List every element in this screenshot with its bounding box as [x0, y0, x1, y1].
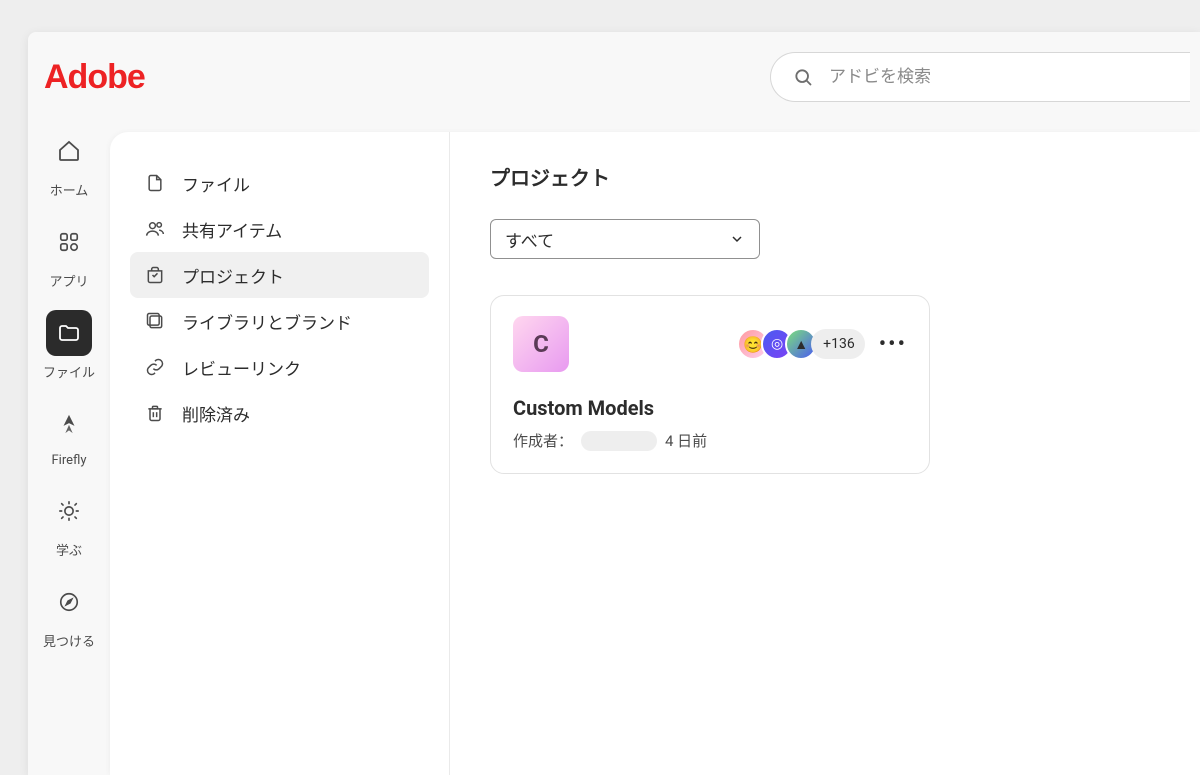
compass-icon: [46, 579, 92, 625]
project-thumbnail: C: [513, 316, 569, 372]
nav-label: 見つける: [43, 631, 95, 650]
library-icon: [144, 311, 166, 331]
main-panel: ファイル 共有アイテム プロジェクト: [110, 132, 1200, 775]
app-frame: Adobe ホーム アプリ: [28, 32, 1200, 775]
sidebar-item-review[interactable]: レビューリンク: [130, 344, 429, 390]
nav-item-discover[interactable]: 見つける: [43, 579, 95, 650]
sidebar-item-label: プロジェクト: [182, 263, 284, 288]
nav-label: アプリ: [49, 271, 88, 290]
sidebar-item-shared[interactable]: 共有アイテム: [130, 206, 429, 252]
people-icon: [144, 219, 166, 239]
search-field[interactable]: [770, 52, 1190, 102]
nav-item-firefly[interactable]: Firefly: [46, 401, 92, 468]
nav-item-home[interactable]: ホーム: [46, 128, 92, 199]
sidebar-item-deleted[interactable]: 削除済み: [130, 390, 429, 436]
nav-label: ファイル: [43, 362, 95, 381]
page-title: プロジェクト: [490, 162, 1160, 191]
content-area: プロジェクト すべて C 😊 ◎ ▲ +136: [450, 132, 1200, 775]
project-meta: 作成者： 4 日前: [513, 430, 907, 451]
sidebar-item-label: 共有アイテム: [182, 217, 282, 242]
file-sidebar: ファイル 共有アイテム プロジェクト: [110, 132, 450, 775]
sidebar-item-libraries[interactable]: ライブラリとブランド: [130, 298, 429, 344]
card-header: C 😊 ◎ ▲ +136 •••: [513, 316, 907, 372]
time-ago: 4 日前: [665, 430, 707, 451]
nav-label: ホーム: [50, 180, 89, 199]
search-icon: [793, 67, 813, 87]
nav-label: 学ぶ: [56, 540, 82, 559]
collaborator-avatars[interactable]: 😊 ◎ ▲ +136: [737, 328, 865, 360]
filter-selected-label: すべて: [505, 227, 554, 252]
nav-label: Firefly: [51, 453, 86, 468]
card-actions: 😊 ◎ ▲ +136 •••: [737, 328, 907, 360]
nav-item-apps[interactable]: アプリ: [46, 219, 92, 290]
sidebar-item-label: ライブラリとブランド: [182, 309, 352, 334]
search-input[interactable]: [829, 67, 1172, 87]
created-by-label: 作成者：: [513, 430, 573, 451]
project-icon: [144, 265, 166, 285]
sidebar-item-label: レビューリンク: [182, 355, 301, 380]
sidebar-item-label: 削除済み: [182, 401, 250, 426]
apps-icon: [46, 219, 92, 265]
sidebar-item-label: ファイル: [182, 171, 250, 196]
chevron-down-icon: [729, 231, 745, 247]
nav-rail: ホーム アプリ ファイル Firefly: [28, 122, 110, 775]
sidebar-item-projects[interactable]: プロジェクト: [130, 252, 429, 298]
header: Adobe: [28, 32, 1200, 122]
nav-item-files[interactable]: ファイル: [43, 310, 95, 381]
lightbulb-icon: [46, 488, 92, 534]
filter-dropdown[interactable]: すべて: [490, 219, 760, 259]
body: ホーム アプリ ファイル Firefly: [28, 122, 1200, 775]
project-card[interactable]: C 😊 ◎ ▲ +136 ••• Custom Models: [490, 295, 930, 474]
home-icon: [46, 128, 92, 174]
nav-item-learn[interactable]: 学ぶ: [46, 488, 92, 559]
project-title: Custom Models: [513, 396, 907, 420]
file-icon: [144, 173, 166, 193]
firefly-icon: [46, 401, 92, 447]
link-icon: [144, 357, 166, 377]
sidebar-item-files[interactable]: ファイル: [130, 160, 429, 206]
author-chip: [581, 431, 657, 451]
avatar-overflow-count: +136: [811, 329, 865, 359]
more-options-button[interactable]: •••: [879, 332, 907, 357]
adobe-logo[interactable]: Adobe: [44, 58, 145, 97]
trash-icon: [144, 403, 166, 423]
folder-icon: [46, 310, 92, 356]
